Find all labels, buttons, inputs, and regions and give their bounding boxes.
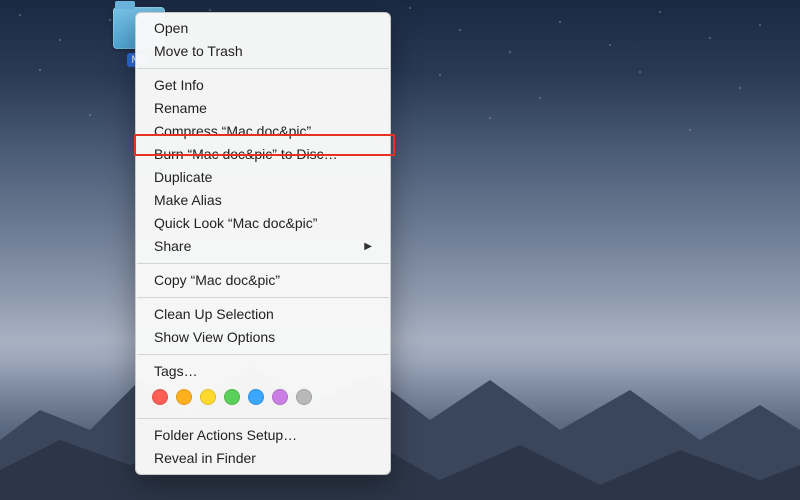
menu-reveal-in-finder[interactable]: Reveal in Finder bbox=[136, 447, 390, 470]
menu-separator bbox=[137, 68, 389, 69]
tag-color-2[interactable] bbox=[200, 389, 216, 405]
menu-copy-label: Copy “Mac doc&pic” bbox=[154, 271, 280, 290]
menu-tags[interactable]: Tags… bbox=[136, 360, 390, 383]
menu-folder-actions-label: Folder Actions Setup… bbox=[154, 426, 297, 445]
menu-open[interactable]: Open bbox=[136, 17, 390, 40]
menu-separator bbox=[137, 354, 389, 355]
menu-move-to-trash[interactable]: Move to Trash bbox=[136, 40, 390, 63]
menu-burn-label: Burn “Mac doc&pic” to Disc… bbox=[154, 145, 338, 164]
menu-separator bbox=[137, 418, 389, 419]
tag-color-0[interactable] bbox=[152, 389, 168, 405]
tag-color-3[interactable] bbox=[224, 389, 240, 405]
menu-share[interactable]: Share ▶ bbox=[136, 235, 390, 258]
menu-make-alias-label: Make Alias bbox=[154, 191, 222, 210]
menu-rename-label: Rename bbox=[154, 99, 207, 118]
tag-color-5[interactable] bbox=[272, 389, 288, 405]
menu-tags-label: Tags… bbox=[154, 362, 198, 381]
menu-move-to-trash-label: Move to Trash bbox=[154, 42, 243, 61]
tags-row bbox=[136, 383, 390, 413]
menu-copy[interactable]: Copy “Mac doc&pic” bbox=[136, 269, 390, 292]
chevron-right-icon: ▶ bbox=[364, 237, 372, 256]
tag-color-1[interactable] bbox=[176, 389, 192, 405]
menu-get-info-label: Get Info bbox=[154, 76, 204, 95]
menu-open-label: Open bbox=[154, 19, 188, 38]
menu-separator bbox=[137, 297, 389, 298]
menu-reveal-in-finder-label: Reveal in Finder bbox=[154, 449, 256, 468]
menu-clean-up[interactable]: Clean Up Selection bbox=[136, 303, 390, 326]
tag-color-6[interactable] bbox=[296, 389, 312, 405]
menu-rename[interactable]: Rename bbox=[136, 97, 390, 120]
context-menu: Open Move to Trash Get Info Rename Compr… bbox=[135, 12, 391, 475]
menu-folder-actions[interactable]: Folder Actions Setup… bbox=[136, 424, 390, 447]
menu-show-view-options-label: Show View Options bbox=[154, 328, 275, 347]
desktop-wallpaper-mountains bbox=[0, 320, 800, 500]
menu-clean-up-label: Clean Up Selection bbox=[154, 305, 274, 324]
menu-quick-look[interactable]: Quick Look “Mac doc&pic” bbox=[136, 212, 390, 235]
menu-share-label: Share bbox=[154, 237, 191, 256]
menu-show-view-options[interactable]: Show View Options bbox=[136, 326, 390, 349]
menu-quick-look-label: Quick Look “Mac doc&pic” bbox=[154, 214, 317, 233]
menu-make-alias[interactable]: Make Alias bbox=[136, 189, 390, 212]
menu-burn[interactable]: Burn “Mac doc&pic” to Disc… bbox=[136, 143, 390, 166]
menu-compress-label: Compress “Mac doc&pic” bbox=[154, 122, 311, 141]
menu-separator bbox=[137, 263, 389, 264]
menu-duplicate-label: Duplicate bbox=[154, 168, 212, 187]
menu-compress[interactable]: Compress “Mac doc&pic” bbox=[136, 120, 390, 143]
tag-color-4[interactable] bbox=[248, 389, 264, 405]
menu-get-info[interactable]: Get Info bbox=[136, 74, 390, 97]
menu-duplicate[interactable]: Duplicate bbox=[136, 166, 390, 189]
